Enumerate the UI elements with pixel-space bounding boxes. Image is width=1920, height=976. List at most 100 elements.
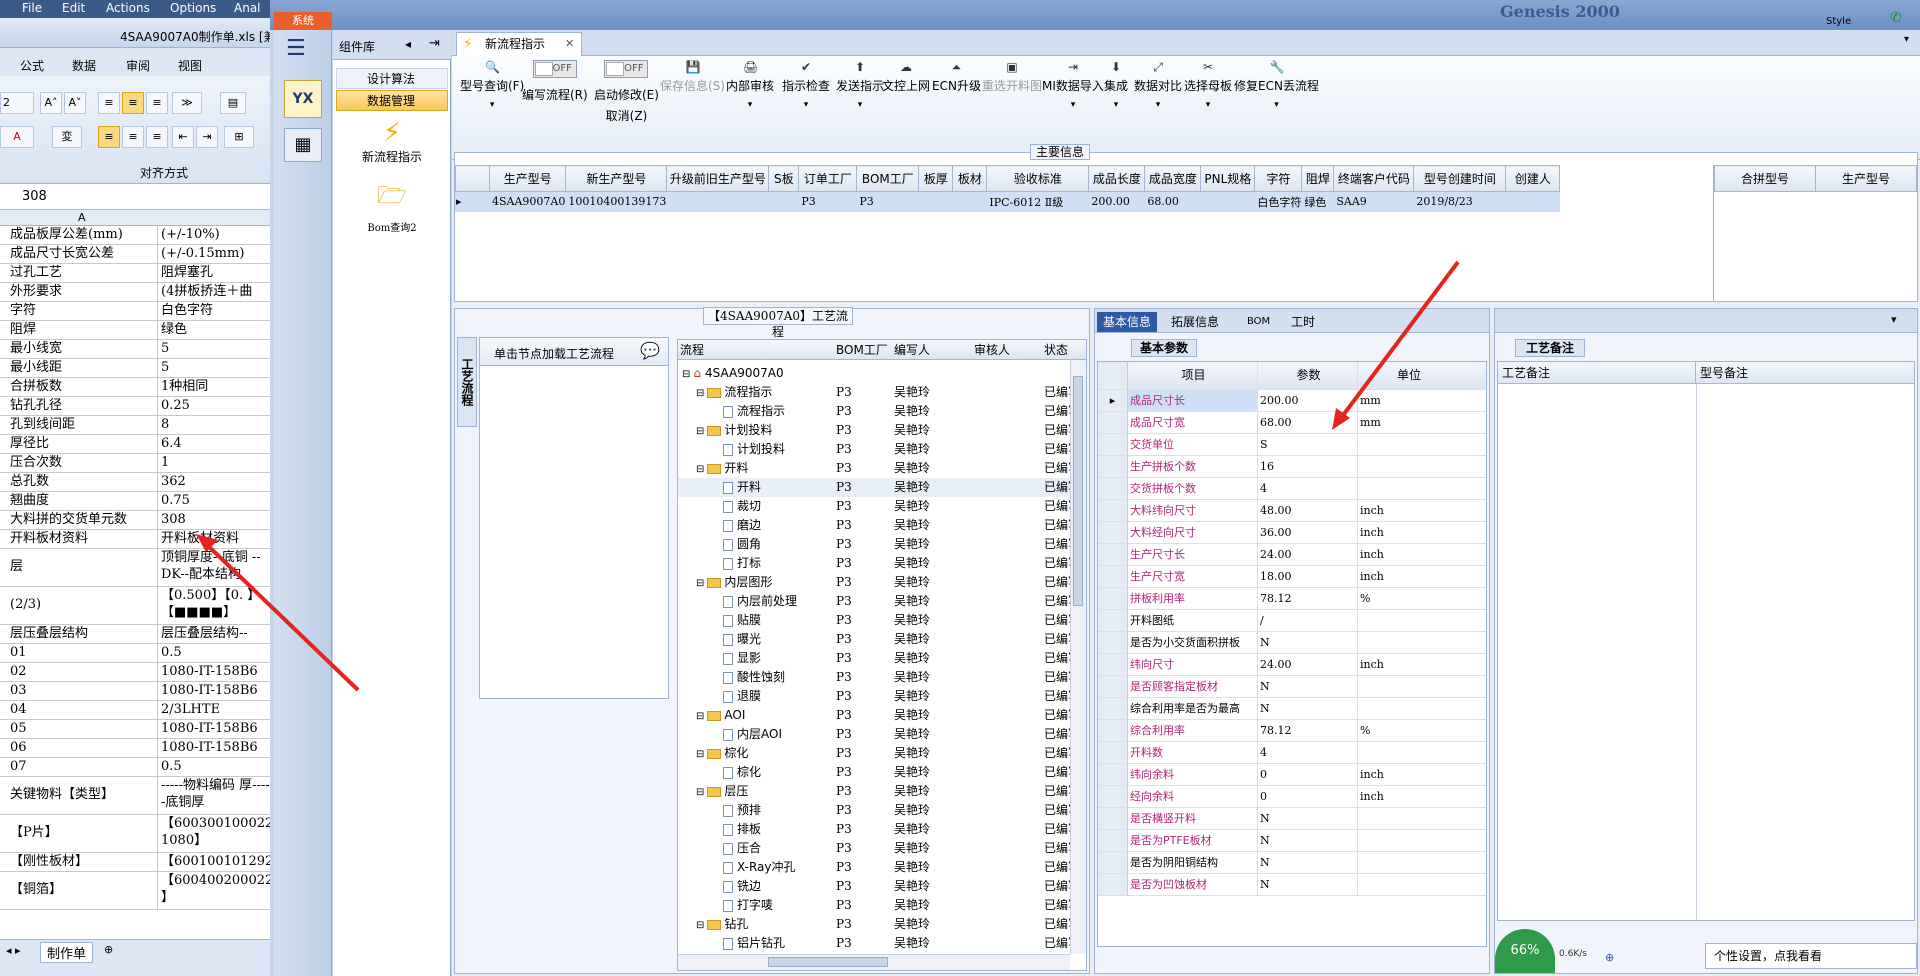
excel-cell-b[interactable]: 白色字符 bbox=[158, 302, 270, 320]
tab-craft-remarks[interactable]: 工艺备注 bbox=[1515, 339, 1586, 357]
excel-cell-a[interactable]: 03 bbox=[0, 682, 158, 700]
font-color-icon[interactable]: A bbox=[0, 126, 34, 148]
flow-node[interactable]: 裁切 bbox=[720, 497, 761, 517]
orientation-icon[interactable]: ≫ bbox=[172, 92, 202, 114]
main-info-col-6[interactable]: 板厚 bbox=[918, 165, 954, 192]
main-info-cell-5[interactable]: P3 bbox=[856, 191, 920, 212]
scroll-thumb[interactable] bbox=[1073, 376, 1083, 606]
toolbar-button-6[interactable]: ⬆ 发送指示 ▾ bbox=[836, 60, 884, 110]
excel-cell-a[interactable]: 【铜箔】 bbox=[0, 872, 158, 909]
calculator-icon[interactable]: ▦ bbox=[284, 128, 322, 162]
main-info-cell-14[interactable]: SAA9 bbox=[1333, 191, 1415, 212]
excel-cell-b[interactable]: 1080-IT-158B6 bbox=[158, 739, 270, 757]
basic-param-row[interactable]: 是否为PTFE板材 N bbox=[1098, 830, 1486, 852]
component-data-management[interactable]: 数据管理 bbox=[336, 90, 448, 111]
toggle-switch[interactable]: OFF bbox=[532, 60, 577, 78]
excel-cell-b[interactable]: 308 bbox=[158, 511, 270, 529]
basic-param-row[interactable]: 是否为小交货面积拼板 N bbox=[1098, 632, 1486, 654]
align-right-icon[interactable]: ≡ bbox=[146, 126, 168, 148]
excel-cell-b[interactable]: 阻焊塞孔 bbox=[158, 264, 270, 282]
dropdown-arrow-icon[interactable]: ▾ bbox=[726, 100, 774, 110]
panel-dropdown-icon[interactable]: ▾ bbox=[1891, 313, 1897, 326]
flow-node[interactable]: ⊟ ⌂ 4SAA9007A0 bbox=[682, 364, 784, 384]
flow-node[interactable]: X-Ray冲孔 bbox=[720, 858, 795, 878]
flow-vertical-scrollbar[interactable] bbox=[1070, 360, 1086, 954]
main-info-cell-0[interactable]: 4SAA9007A0 bbox=[488, 191, 567, 212]
flow-tree-row[interactable]: 贴膜 P3 吴艳玲 已编写 bbox=[678, 611, 1070, 630]
flow-tree-row[interactable]: 流程指示 P3 吴艳玲 已编写 bbox=[678, 402, 1070, 421]
flow-col-reviewer[interactable]: 审核人 bbox=[974, 340, 1010, 360]
menu-options[interactable]: Options bbox=[170, 1, 216, 15]
flow-tree-row[interactable]: ⊟ 开料 P3 吴艳玲 已编写 bbox=[678, 459, 1070, 478]
flow-tree-row[interactable]: 铝片钻孔 P3 吴艳玲 已编写 bbox=[678, 934, 1070, 953]
tab-extended-info[interactable]: 拓展信息 bbox=[1165, 312, 1225, 332]
column-a-label[interactable]: A bbox=[78, 211, 86, 224]
excel-cell-b[interactable]: 1080-IT-158B6 bbox=[158, 663, 270, 681]
param-value[interactable]: N bbox=[1258, 632, 1358, 653]
excel-cell-a[interactable]: 字符 bbox=[0, 302, 158, 320]
toolbar-button-12[interactable]: ⤢ 数据对比 ▾ bbox=[1134, 60, 1182, 110]
excel-cell-a[interactable]: 成品尺寸长宽公差 bbox=[0, 245, 158, 263]
flow-node[interactable]: 显影 bbox=[720, 649, 761, 669]
combine-col-1[interactable]: 生产型号 bbox=[1815, 165, 1917, 192]
flow-node[interactable]: 排板 bbox=[720, 820, 761, 840]
flow-node[interactable]: ⊟ 棕化 bbox=[696, 744, 748, 764]
basic-param-row[interactable]: 纬向尺寸 24.00 inch bbox=[1098, 654, 1486, 676]
h-scroll-thumb[interactable] bbox=[768, 957, 888, 967]
col-param[interactable]: 参数 bbox=[1258, 362, 1358, 389]
craft-remarks-grid[interactable]: 工艺备注 型号备注 bbox=[1497, 361, 1915, 921]
expand-toggle-icon[interactable]: ⊟ bbox=[696, 426, 704, 437]
excel-cell-b[interactable]: (+/-0.15mm) bbox=[158, 245, 270, 263]
toolbar-sublabel[interactable]: 取消(Z) bbox=[594, 107, 659, 124]
sheet-nav-icon[interactable]: ◂ ▸ bbox=[6, 944, 21, 957]
dropdown-arrow-icon[interactable]: ▾ bbox=[1184, 100, 1232, 110]
main-info-cell-12[interactable]: 白色字符 bbox=[1254, 191, 1303, 212]
expand-toggle-icon[interactable]: ⊟ bbox=[696, 578, 704, 589]
basic-params-grid[interactable]: 项目 参数 单位 ▸ 成品尺寸长 200.00 mm 成品尺寸宽 68.00 mm 交货单位 S… bbox=[1097, 361, 1487, 947]
flow-tree-grid[interactable]: 流程 BOM工厂 编写人 审核人 状态 ⊟ ⌂ 4SAA9007A0 ⊟ 流程指示 P3 吴… bbox=[677, 339, 1087, 971]
basic-param-row[interactable]: 生产尺寸宽 18.00 inch bbox=[1098, 566, 1486, 588]
flow-tree-row[interactable]: ⊟ AOI P3 吴艳玲 已编写 bbox=[678, 706, 1070, 725]
flow-node[interactable]: 棕化 bbox=[720, 763, 761, 783]
main-info-cell-16[interactable] bbox=[1505, 191, 1561, 212]
flow-node[interactable]: 磨边 bbox=[720, 516, 761, 536]
ribbon-tab-data[interactable]: 数据 bbox=[72, 57, 96, 74]
flow-node[interactable]: 贴膜 bbox=[720, 611, 761, 631]
excel-cell-a[interactable]: 合拼板数 bbox=[0, 378, 158, 396]
nav-new-flow-instruction[interactable]: ⚡ 新流程指示 bbox=[333, 118, 451, 165]
flow-tree-row[interactable]: ⊟ ⌂ 4SAA9007A0 bbox=[678, 364, 1070, 383]
excel-cell-b[interactable]: 2/3LHTE bbox=[158, 701, 270, 719]
main-info-cell-1[interactable]: 10010400139173 bbox=[565, 191, 668, 212]
flow-tree-row[interactable]: 压合 P3 吴艳玲 已编写 bbox=[678, 839, 1070, 858]
align-bottom-icon[interactable]: ≡ bbox=[146, 92, 168, 114]
flow-node[interactable]: 预排 bbox=[720, 801, 761, 821]
shrink-font-icon[interactable]: A˅ bbox=[64, 92, 86, 114]
hamburger-menu-icon[interactable]: ☰ bbox=[286, 36, 306, 61]
expand-toggle-icon[interactable]: ⊟ bbox=[696, 388, 704, 399]
main-info-col-16[interactable]: 创建人 bbox=[1505, 165, 1561, 192]
flow-node[interactable]: ⊟ 内层图形 bbox=[696, 573, 772, 593]
excel-cell-b[interactable]: 6.4 bbox=[158, 435, 270, 453]
flow-tree-row[interactable]: 铣边 P3 吴艳玲 已编写 bbox=[678, 877, 1070, 896]
main-info-cell-7[interactable] bbox=[952, 191, 988, 212]
param-value[interactable]: 0 bbox=[1258, 764, 1358, 785]
excel-cell-b[interactable]: 层压叠层结构-- bbox=[158, 625, 270, 643]
net-plus-icon[interactable]: ⊕ bbox=[1605, 951, 1614, 964]
flow-node[interactable]: 开料 bbox=[720, 478, 761, 498]
flow-load-area[interactable]: 单击节点加载工艺流程 💬 bbox=[479, 337, 669, 699]
main-info-cell-6[interactable] bbox=[918, 191, 954, 212]
excel-cell-a[interactable]: 关键物料【类型】 bbox=[0, 777, 158, 814]
param-value[interactable]: S bbox=[1258, 434, 1358, 455]
basic-param-row[interactable]: 是否为阴阳铜结构 N bbox=[1098, 852, 1486, 874]
expand-toggle-icon[interactable]: ⊟ bbox=[696, 464, 704, 475]
main-info-col-9[interactable]: 成品长度 bbox=[1088, 165, 1146, 192]
flow-col-process[interactable]: 流程 bbox=[680, 340, 704, 360]
flow-tree-row[interactable]: ⊟ 钻孔 P3 吴艳玲 已编写 bbox=[678, 915, 1070, 934]
excel-cell-a[interactable]: 总孔数 bbox=[0, 473, 158, 491]
pin-icon[interactable]: ⇥ bbox=[429, 36, 440, 51]
excel-cell-a[interactable]: 过孔工艺 bbox=[0, 264, 158, 282]
toolbar-button-3[interactable]: 💾 保存信息(S) bbox=[660, 60, 725, 94]
toolbar-button-13[interactable]: ✂ 选择母板 ▾ bbox=[1184, 60, 1232, 110]
param-value[interactable]: 68.00 bbox=[1258, 412, 1358, 433]
main-info-cell-2[interactable] bbox=[666, 191, 770, 212]
